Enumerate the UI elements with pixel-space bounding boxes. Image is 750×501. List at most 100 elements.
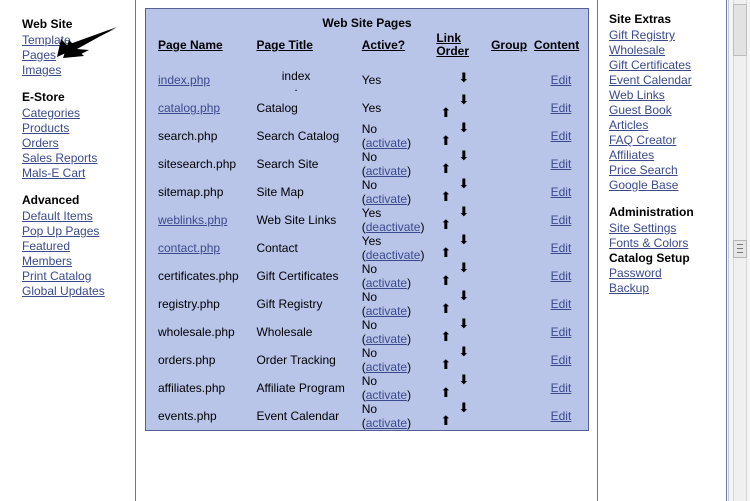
move-down-arrow-icon[interactable]: ⬇ bbox=[458, 206, 469, 219]
move-down-arrow-icon[interactable]: ⬇ bbox=[458, 122, 469, 135]
toggle-active-link[interactable]: activate bbox=[366, 136, 407, 150]
cell-link-order: ⬆ ⬇ bbox=[436, 122, 492, 150]
cell-link-order: ⬆ ⬇ bbox=[436, 346, 492, 374]
page-name-link[interactable]: index.php bbox=[158, 73, 210, 87]
edit-content-link[interactable]: Edit bbox=[551, 381, 572, 395]
sidebar-item-featured[interactable]: Featured bbox=[22, 239, 135, 254]
move-down-arrow-icon[interactable]: ⬇ bbox=[458, 346, 469, 359]
move-up-arrow-icon[interactable]: ⬆ bbox=[440, 163, 451, 176]
column-header-group[interactable]: Group bbox=[491, 32, 534, 66]
extras-item-fonts-colors[interactable]: Fonts & Colors bbox=[609, 236, 726, 251]
sidebar-item-template[interactable]: Template bbox=[22, 33, 135, 48]
scrollbar-grip[interactable] bbox=[733, 240, 747, 258]
move-down-arrow-icon[interactable]: ⬇ bbox=[458, 290, 469, 303]
toggle-active-link[interactable]: activate bbox=[366, 276, 407, 290]
column-header-page-name[interactable]: Page Name bbox=[145, 32, 257, 66]
extras-item-event-calendar[interactable]: Event Calendar bbox=[609, 73, 726, 88]
table-row: search.php Search Catalog No (activate) ⬆ ⬇ Ed… bbox=[145, 122, 589, 150]
extras-item-google-base[interactable]: Google Base bbox=[609, 178, 726, 193]
sidebar-item-members[interactable]: Members bbox=[22, 254, 135, 269]
sidebar-item-print-catalog[interactable]: Print Catalog bbox=[22, 269, 135, 284]
sidebar-item-pages[interactable]: Pages bbox=[22, 48, 135, 63]
extras-item-faq-creator[interactable]: FAQ Creator bbox=[609, 133, 726, 148]
sidebar-item-orders[interactable]: Orders bbox=[22, 136, 135, 151]
extras-item-backup[interactable]: Backup bbox=[609, 281, 726, 296]
move-up-arrow-icon[interactable]: ⬆ bbox=[440, 331, 451, 344]
edit-content-link[interactable]: Edit bbox=[551, 269, 572, 283]
move-up-arrow-icon[interactable]: ⬆ bbox=[440, 219, 451, 232]
extras-item-guest-book[interactable]: Guest Book bbox=[609, 103, 726, 118]
edit-content-link[interactable]: Edit bbox=[551, 185, 572, 199]
table-row: contact.php Contact Yes (deactivate) ⬆ ⬇ Edit bbox=[145, 234, 589, 262]
extras-item-articles[interactable]: Articles bbox=[609, 118, 726, 133]
extras-item-web-links[interactable]: Web Links bbox=[609, 88, 726, 103]
sidebar-item-products[interactable]: Products bbox=[22, 121, 135, 136]
move-up-arrow-icon[interactable]: ⬆ bbox=[440, 303, 451, 316]
extras-item-affiliates[interactable]: Affiliates bbox=[609, 148, 726, 163]
extras-item-wholesale[interactable]: Wholesale bbox=[609, 43, 726, 58]
toggle-active-link[interactable]: activate bbox=[366, 192, 407, 206]
extras-item-gift-registry[interactable]: Gift Registry bbox=[609, 28, 726, 43]
move-down-arrow-icon[interactable]: ⬇ bbox=[458, 262, 469, 275]
move-down-arrow-icon[interactable]: ⬇ bbox=[458, 150, 469, 163]
toggle-active-link[interactable]: activate bbox=[366, 416, 407, 430]
edit-content-link[interactable]: Edit bbox=[551, 101, 572, 115]
move-down-arrow-icon[interactable]: ⬇ bbox=[458, 374, 469, 387]
move-down-arrow-icon[interactable]: ⬇ bbox=[458, 402, 469, 415]
vertical-scrollbar[interactable] bbox=[728, 0, 750, 501]
extras-item-gift-certificates[interactable]: Gift Certificates bbox=[609, 58, 726, 73]
move-down-arrow-icon[interactable]: ⬇ bbox=[458, 178, 469, 191]
extras-item-password[interactable]: Password bbox=[609, 266, 726, 281]
toggle-active-link[interactable]: deactivate bbox=[366, 220, 421, 234]
toggle-active-link[interactable]: activate bbox=[366, 360, 407, 374]
move-up-arrow-icon[interactable]: ⬆ bbox=[440, 415, 451, 428]
move-up-arrow-icon[interactable]: ⬆ bbox=[440, 275, 451, 288]
column-header-page-title[interactable]: Page Title bbox=[256, 32, 362, 66]
cell-active-status: No (activate) bbox=[361, 178, 437, 206]
sidebar-item-default-items[interactable]: Default Items bbox=[22, 209, 135, 224]
edit-content-link[interactable]: Edit bbox=[551, 241, 572, 255]
page-name-link[interactable]: weblinks.php bbox=[158, 213, 227, 227]
toggle-active-link[interactable]: deactivate bbox=[366, 248, 421, 262]
sidebar-item-categories[interactable]: Categories bbox=[22, 106, 135, 121]
sidebar-item-sales-reports[interactable]: Sales Reports bbox=[22, 151, 135, 166]
page-name-link[interactable]: catalog.php bbox=[158, 101, 220, 115]
sidebar-item-images[interactable]: Images bbox=[22, 63, 135, 78]
column-header-link-order[interactable]: Link Order bbox=[436, 32, 492, 66]
cell-active-status: No (activate) bbox=[361, 318, 437, 346]
scrollbar-thumb[interactable] bbox=[733, 4, 747, 56]
toggle-active-link[interactable]: activate bbox=[366, 304, 407, 318]
sidebar-item-mals-e-cart[interactable]: Mals-E Cart bbox=[22, 166, 135, 181]
move-up-arrow-icon[interactable]: ⬆ bbox=[440, 247, 451, 260]
edit-content-link[interactable]: Edit bbox=[551, 157, 572, 171]
move-down-arrow-icon[interactable]: ⬇ bbox=[458, 72, 469, 85]
column-header-active[interactable]: Active? bbox=[361, 32, 437, 66]
edit-content-link[interactable]: Edit bbox=[551, 353, 572, 367]
move-up-arrow-icon[interactable]: ⬆ bbox=[440, 191, 451, 204]
move-down-arrow-icon[interactable]: ⬇ bbox=[458, 94, 469, 107]
web-site-pages-table: Web Site Pages Page Name Page Title Acti… bbox=[145, 8, 589, 431]
toggle-active-link[interactable]: activate bbox=[366, 164, 407, 178]
extras-item-site-settings[interactable]: Site Settings bbox=[609, 221, 726, 236]
column-header-content[interactable]: Content bbox=[533, 32, 589, 66]
sidebar-item-pop-up-pages[interactable]: Pop Up Pages bbox=[22, 224, 135, 239]
edit-content-link[interactable]: Edit bbox=[551, 325, 572, 339]
active-status-text: No bbox=[361, 262, 378, 276]
edit-content-link[interactable]: Edit bbox=[551, 129, 572, 143]
move-down-arrow-icon[interactable]: ⬇ bbox=[458, 318, 469, 331]
page-name-link[interactable]: contact.php bbox=[158, 241, 220, 255]
move-up-arrow-icon[interactable]: ⬆ bbox=[440, 359, 451, 372]
toggle-active-link[interactable]: activate bbox=[366, 388, 407, 402]
sidebar-item-global-updates[interactable]: Global Updates bbox=[22, 284, 135, 299]
edit-content-link[interactable]: Edit bbox=[551, 409, 572, 423]
move-down-arrow-icon[interactable]: ⬇ bbox=[458, 234, 469, 247]
move-up-arrow-icon[interactable]: ⬆ bbox=[440, 135, 451, 148]
extras-item-catalog-setup[interactable]: Catalog Setup bbox=[609, 251, 726, 266]
extras-item-price-search[interactable]: Price Search bbox=[609, 163, 726, 178]
edit-content-link[interactable]: Edit bbox=[551, 213, 572, 227]
toggle-active-link[interactable]: activate bbox=[366, 332, 407, 346]
move-up-arrow-icon[interactable]: ⬆ bbox=[440, 387, 451, 400]
edit-content-link[interactable]: Edit bbox=[551, 297, 572, 311]
edit-content-link[interactable]: Edit bbox=[551, 73, 572, 87]
move-up-arrow-icon[interactable]: ⬆ bbox=[440, 107, 451, 120]
